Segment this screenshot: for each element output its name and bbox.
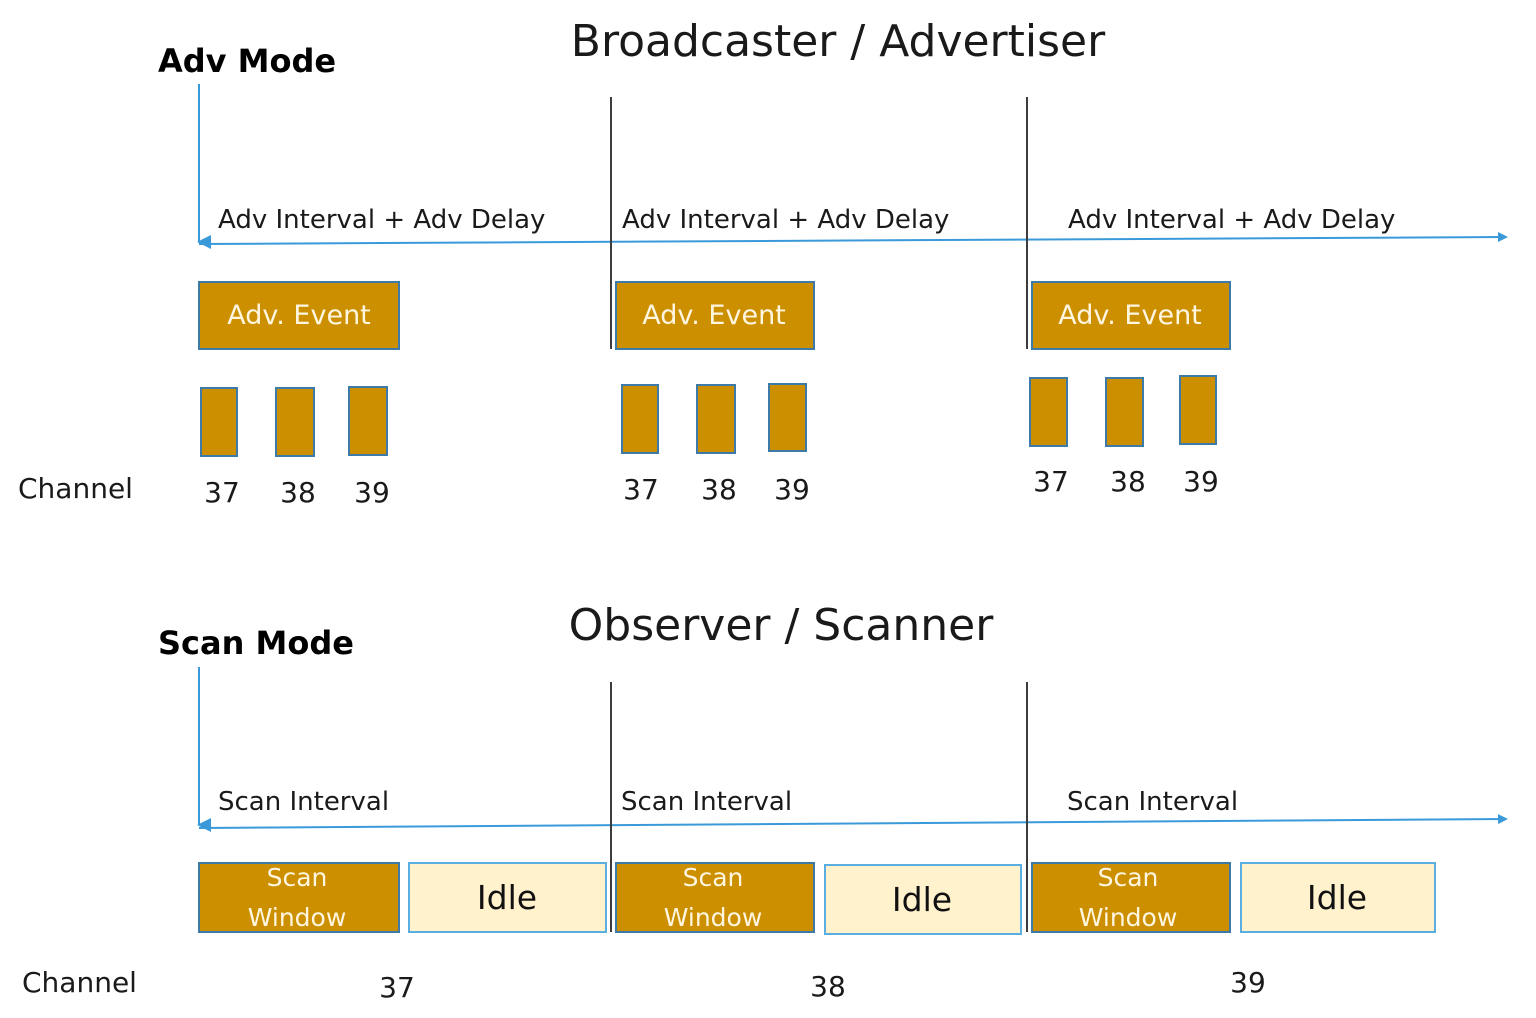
scan-interval-label: Scan Interval [1067,787,1238,817]
adv-channel-number: 37 [623,473,659,506]
adv-channel-number: 39 [1183,465,1219,498]
scan-interval-label: Scan Interval [621,787,792,817]
scan-window-label: Scan [1098,863,1159,892]
adv-channel-packet [275,387,315,457]
adv-event-label: Adv. Event [227,300,371,331]
adv-event-group: Adv. Event 37 38 39 [615,281,815,506]
adv-channel-packet [768,383,807,452]
adv-channel-number: 38 [280,476,316,509]
adv-interval-label: Adv Interval + Adv Delay [218,205,545,235]
scan-window-label: Scan [683,863,744,892]
adv-channel-number: 37 [1033,465,1069,498]
adv-event-group: Adv. Event 37 38 39 [198,281,400,509]
adv-channel-packet [348,386,388,456]
scan-timeline-arrow [198,814,1508,829]
scan-interval-group: Scan Window Idle 37 [198,862,607,1004]
scan-interval-label: Scan Interval [218,787,389,817]
adv-channel-number: 39 [354,476,390,509]
scan-channel-number: 38 [810,970,846,1003]
scanner-title: Observer / Scanner [569,600,995,651]
adv-event-label: Adv. Event [642,300,786,331]
scan-channel-number: 37 [379,971,415,1004]
advertiser-title: Broadcaster / Advertiser [571,16,1106,67]
idle-label: Idle [892,880,952,919]
adv-channel-packet [1029,377,1068,447]
adv-channel-number: 37 [204,476,240,509]
scanner-section: Observer / Scanner Scan Mode Scan Interv… [22,600,1508,1004]
adv-timeline-arrow [198,232,1508,245]
scan-window-label: Window [664,903,763,932]
advertiser-section: Broadcaster / Advertiser Adv Mode Adv In… [18,16,1508,509]
scan-channel-number: 39 [1230,966,1266,999]
scan-window-label: Window [248,903,347,932]
scan-interval-group: Scan Window Idle 39 [1031,862,1436,999]
scan-interval-group: Scan Window Idle 38 [615,862,1022,1003]
adv-channel-number: 38 [701,473,737,506]
scan-channel-label: Channel [22,966,137,999]
adv-interval-label: Adv Interval + Adv Delay [622,205,949,235]
scan-window-label: Window [1079,903,1178,932]
adv-channel-number: 38 [1110,465,1146,498]
adv-mode-label: Adv Mode [158,42,336,80]
adv-interval-label: Adv Interval + Adv Delay [1068,205,1395,235]
adv-channel-packet [621,384,659,454]
idle-label: Idle [477,878,537,917]
adv-channel-packet [1179,375,1217,445]
adv-channel-packet [1105,377,1144,447]
adv-channel-packet [696,384,736,454]
adv-channel-packet [200,387,238,457]
adv-event-label: Adv. Event [1058,300,1202,331]
adv-channel-label: Channel [18,472,133,505]
adv-event-group: Adv. Event 37 38 39 [1029,281,1231,498]
scan-mode-label: Scan Mode [158,624,354,662]
idle-label: Idle [1307,878,1367,917]
scan-window-label: Scan [267,863,328,892]
ble-timing-diagram: Broadcaster / Advertiser Adv Mode Adv In… [18,16,1508,1004]
adv-channel-number: 39 [774,473,810,506]
